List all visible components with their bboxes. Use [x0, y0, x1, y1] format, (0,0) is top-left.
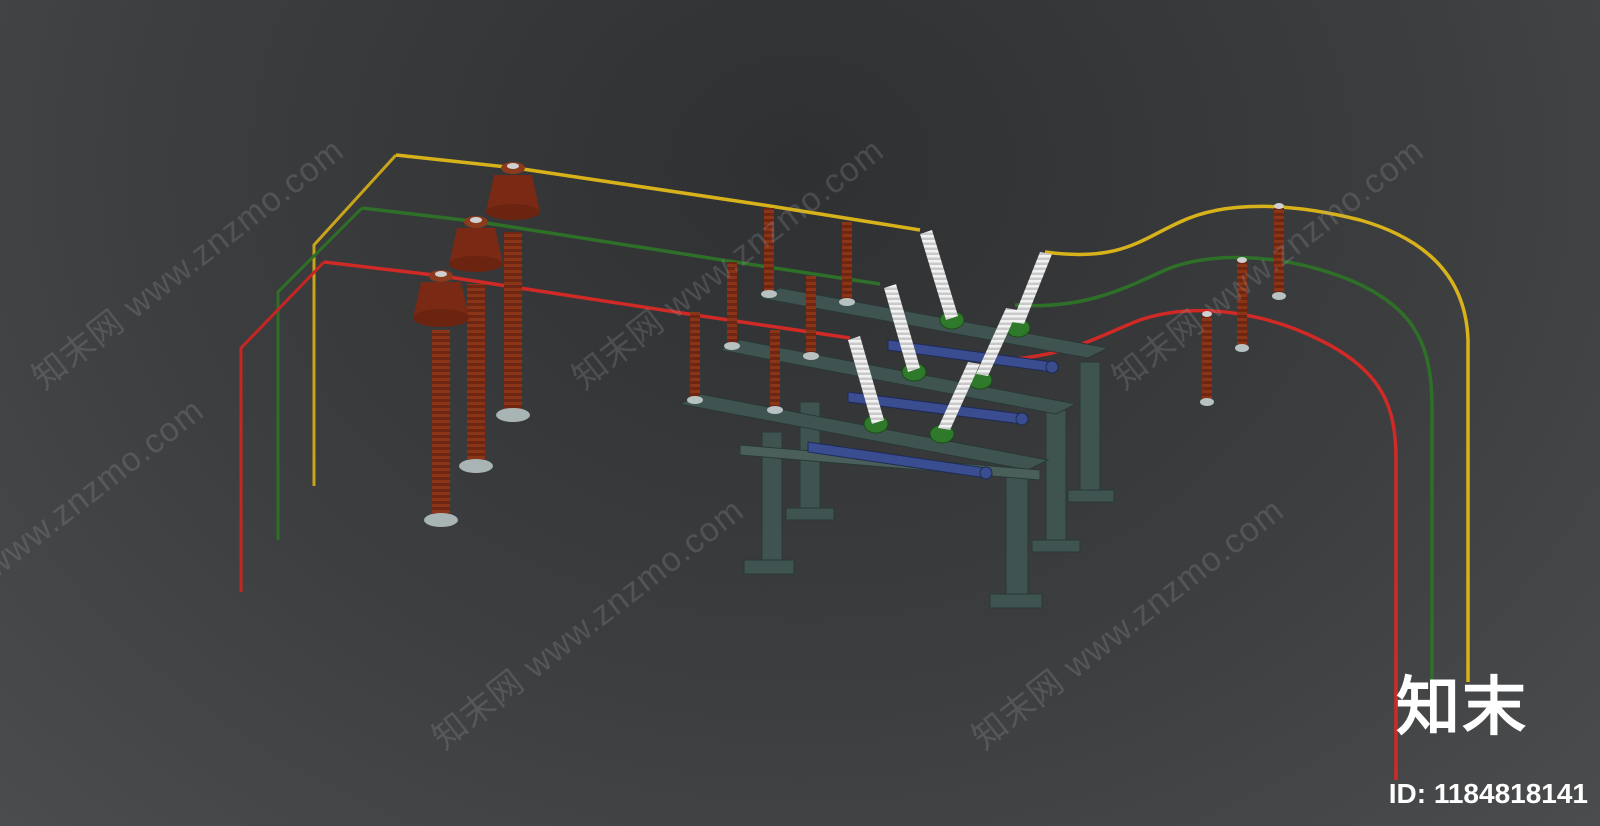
red-busbar-left: [239, 260, 326, 592]
substation-3d-scene: [239, 153, 1470, 780]
arrester-front: [413, 270, 469, 527]
brand-logo: 知末: [1396, 671, 1528, 745]
yellow-busbar-left: [312, 153, 398, 486]
asset-id-label: ID: 1184818141: [1388, 778, 1588, 809]
arrester-middle: [449, 216, 503, 473]
support-frame: [678, 287, 1115, 609]
arrester-back: [486, 162, 540, 422]
green-busbar-left: [276, 206, 364, 540]
